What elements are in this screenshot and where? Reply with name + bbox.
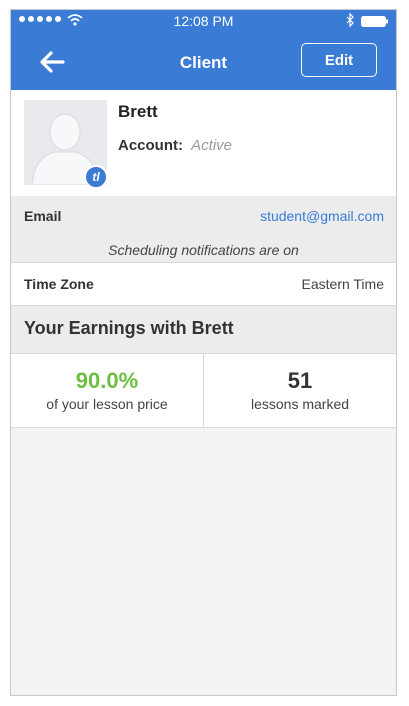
status-time: 12:08 PM xyxy=(173,13,234,29)
earnings-title: Your Earnings with Brett xyxy=(24,318,234,338)
earnings-section-header: Your Earnings with Brett xyxy=(11,306,396,354)
stat-value: 51 xyxy=(287,368,313,393)
client-name: Brett xyxy=(118,102,158,121)
client-profile-card: tl Brett Account: Active xyxy=(11,90,396,196)
timezone-row: Time Zone Eastern Time xyxy=(11,262,396,306)
email-link[interactable]: student@gmail.com xyxy=(260,208,384,224)
stat-lessons-marked: 51 lessons marked xyxy=(203,354,396,427)
stat-value: 90.0% xyxy=(75,368,139,393)
notification-status-text: Scheduling notifications are on xyxy=(108,242,299,258)
earnings-stats: 90.0% of your lesson price 51 lessons ma… xyxy=(11,354,396,428)
status-bar: 12:08 PM xyxy=(11,10,396,32)
stat-lesson-price: 90.0% of your lesson price xyxy=(11,354,203,427)
battery-icon xyxy=(361,16,388,27)
stat-caption: lessons marked xyxy=(250,396,350,412)
stat-caption: of your lesson price xyxy=(46,396,168,412)
edit-button[interactable]: Edit xyxy=(301,43,377,77)
account-status-line: Account: Active xyxy=(118,137,232,154)
timezone-value: Eastern Time xyxy=(301,276,384,292)
account-status-value: Active xyxy=(191,137,233,154)
app-screen: 12:08 PM Client Edit tl Brett Account: A xyxy=(10,9,397,696)
nav-header: 12:08 PM Client Edit xyxy=(11,10,396,90)
bluetooth-icon xyxy=(346,13,354,27)
brand-badge-icon: tl xyxy=(84,165,108,189)
email-label: Email xyxy=(24,208,62,224)
account-label: Account: xyxy=(118,137,183,154)
timezone-label: Time Zone xyxy=(24,276,94,292)
email-section: Email student@gmail.com Scheduling notif… xyxy=(11,196,396,262)
